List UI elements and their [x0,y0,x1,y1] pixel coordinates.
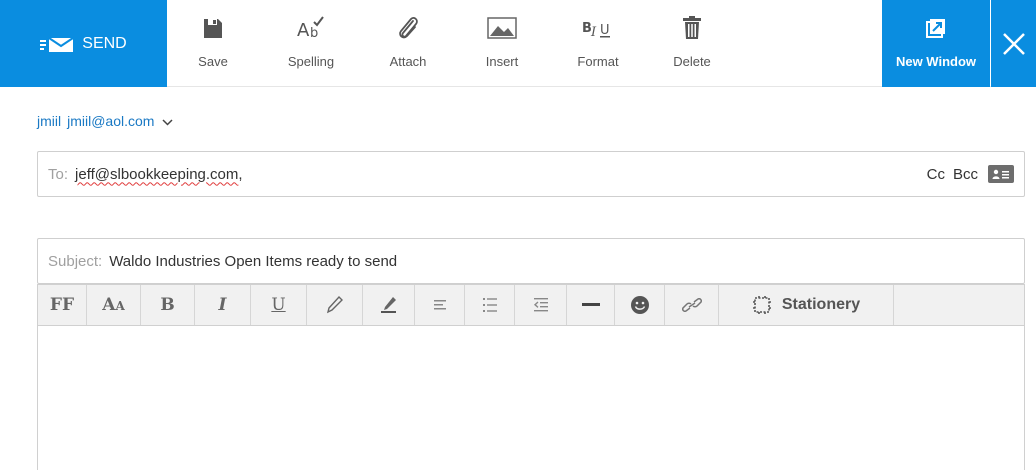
from-selector[interactable]: jmiil jmiil@aol.com [37,113,173,129]
to-field[interactable]: To: jeff@slbookkeeping.com , Cc Bcc [37,151,1025,197]
paperclip-icon [396,0,420,56]
spelling-button[interactable]: A b Spelling [279,0,343,87]
link-button[interactable] [665,285,719,325]
svg-text:U: U [600,23,610,38]
font-family-button[interactable]: FF [38,285,87,325]
italic-button[interactable]: I [195,285,251,325]
underline-button[interactable]: U [251,285,307,325]
stationery-icon [752,296,771,314]
save-label: Save [198,54,228,69]
stationery-label: Stationery [781,296,861,313]
image-icon [487,0,517,56]
format-button[interactable]: B I U Format [568,0,628,87]
bold-label: B [160,295,175,315]
new-window-button[interactable]: New Window [882,0,990,87]
close-icon [1002,32,1025,55]
new-window-label: New Window [895,54,977,69]
contacts-icon[interactable] [988,165,1014,183]
stationery-button[interactable]: Stationery [719,285,894,325]
new-window-icon [926,0,946,56]
underline-label: U [271,295,286,315]
svg-text:A: A [297,20,310,40]
delete-button[interactable]: Delete [667,0,717,87]
spelling-label: Spelling [287,54,335,69]
horizontal-rule-icon [581,303,600,306]
pencil-icon [326,296,343,314]
bold-button[interactable]: B [141,285,195,325]
highlighter-icon [380,297,396,313]
svg-text:I: I [590,25,597,39]
bcc-link[interactable]: Bcc [953,166,978,183]
send-envelope-icon [40,36,74,52]
link-icon [681,298,702,312]
formatting-toolbar: FF AA B I U Stationery [37,284,1025,325]
outdent-button[interactable] [515,285,567,325]
format-label: Format [577,54,619,69]
cc-link[interactable]: Cc [927,166,945,183]
trash-icon [683,0,701,56]
horizontal-rule-button[interactable] [567,285,615,325]
save-icon [203,0,223,56]
svg-text:b: b [310,26,318,40]
italic-label: I [218,295,227,315]
compose-toolbar: SEND Save A b Spelling Attach Insert B I… [0,0,1036,87]
send-button[interactable]: SEND [0,0,167,87]
to-label: To: [48,165,69,183]
insert-button[interactable]: Insert [479,0,525,87]
smiley-icon [630,296,649,314]
numbered-list-icon [482,298,497,312]
chevron-down-icon [162,113,173,129]
subject-field[interactable]: Subject: Waldo Industries Open Items rea… [37,238,1025,284]
font-size-icon: AA [102,295,125,315]
text-color-button[interactable] [307,285,363,325]
subject-label: Subject: [48,252,103,270]
format-icon: B I U [581,0,615,56]
recipient-address[interactable]: jeff@slbookkeeping.com [75,166,238,183]
spelling-icon: A b [296,0,326,56]
insert-label: Insert [485,54,519,69]
subject-value[interactable]: Waldo Industries Open Items ready to sen… [109,253,397,270]
numbered-list-button[interactable] [465,285,515,325]
attach-button[interactable]: Attach [380,0,436,87]
close-button[interactable] [991,0,1036,87]
font-size-button[interactable]: AA [87,285,141,325]
highlight-button[interactable] [363,285,415,325]
from-email: jmiil@aol.com [67,113,155,129]
align-left-icon [433,300,446,310]
attach-label: Attach [389,54,427,69]
from-name: jmiil [37,113,62,129]
delete-label: Delete [673,54,711,69]
outdent-icon [533,298,548,312]
cc-bcc-area: Cc Bcc [927,165,1014,183]
recipient-separator: , [238,165,243,183]
emoji-button[interactable] [615,285,665,325]
align-button[interactable] [415,285,465,325]
save-button[interactable]: Save [188,0,238,87]
send-label: SEND [82,34,127,52]
font-family-label: FF [49,295,75,315]
message-body-editor[interactable] [37,325,1025,470]
